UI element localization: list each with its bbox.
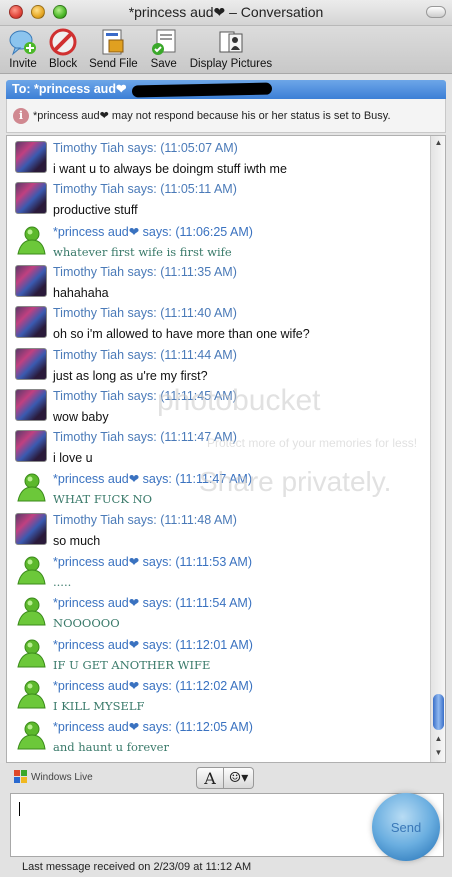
- message-row: Timothy Tiah says: (11:11:44 AM) just as …: [15, 345, 427, 386]
- message-text: wow baby: [53, 409, 109, 424]
- sender-avatar: [15, 347, 47, 380]
- status-bar-text: Last message received on 2/23/09 at 11:1…: [22, 861, 252, 873]
- message-row: *princess aud❤ says: (11:11:47 AM) WHAT F…: [15, 468, 427, 509]
- message-text: WHAT FUCK NO: [53, 492, 153, 507]
- conversation-pane[interactable]: Timothy Tiah says: (11:05:07 AM) i want u…: [6, 135, 446, 763]
- buddy-icon: [15, 637, 47, 669]
- message-text: just as long as u're my first?: [53, 368, 208, 383]
- message-sender: Timothy Tiah says: (11:05:07 AM): [53, 141, 238, 155]
- scrollbar-thumb[interactable]: [433, 694, 444, 730]
- message-sender: Timothy Tiah says: (11:11:45 AM): [53, 388, 237, 403]
- message-sender: *princess aud❤ says: (11:12:05 AM): [53, 720, 253, 735]
- font-format-button[interactable]: A: [196, 767, 224, 789]
- message-text: whatever first wife is first wife: [53, 244, 232, 259]
- message-text: productive stuff: [53, 203, 138, 218]
- message-row: Timothy Tiah says: (11:11:48 AM) so much: [15, 510, 427, 551]
- message-row: *princess aud❤ says: (11:11:53 AM).....: [15, 551, 427, 592]
- windows-live-logo: Windows Live: [14, 770, 93, 784]
- message-sender: Timothy Tiah says: (11:11:35 AM): [53, 264, 237, 279]
- message-text: hahahaha: [53, 285, 109, 300]
- message-text: I KILL MYSELF: [53, 698, 145, 713]
- save-label: Save: [150, 58, 177, 70]
- buddy-icon: [15, 678, 47, 710]
- sender-avatar: [15, 141, 47, 173]
- format-controls: A ☺▾: [196, 767, 254, 789]
- send-file-button[interactable]: Send File: [86, 28, 141, 70]
- send-file-label: Send File: [89, 58, 138, 70]
- message-text: i love u: [53, 451, 93, 466]
- message-row: *princess aud❤ says: (11:11:54 AM) NOOOOO…: [15, 592, 427, 633]
- emoticon-button[interactable]: ☺▾: [224, 767, 254, 789]
- buddy-icon: [15, 719, 47, 751]
- invite-icon: [9, 28, 37, 56]
- message-text: NOOOOOO: [53, 616, 120, 631]
- sender-avatar: [15, 264, 47, 297]
- block-label: Block: [49, 58, 78, 70]
- display-pictures-icon: [217, 28, 245, 56]
- windows-flag-icon: [14, 770, 27, 783]
- send-button[interactable]: Send: [372, 793, 440, 861]
- display-pictures-button[interactable]: Display Pictures: [187, 28, 275, 70]
- scroll-up-arrow-icon[interactable]: ▲: [434, 138, 443, 147]
- send-file-icon: [99, 28, 127, 56]
- message-row: Timothy Tiah says: (11:11:35 AM) hahahaha: [15, 262, 427, 303]
- message-sender: Timothy Tiah says: (11:05:11 AM): [53, 182, 237, 197]
- toolbar-toggle-button[interactable]: [426, 6, 446, 18]
- message-sender: *princess aud❤ says: (11:11:54 AM): [53, 596, 252, 611]
- message-text: so much: [53, 533, 101, 548]
- message-row: *princess aud❤ says: (11:12:02 AM) I KILL…: [15, 675, 427, 716]
- message-row: *princess aud❤ says: (11:12:05 AM) and ha…: [15, 716, 427, 757]
- message-sender: *princess aud❤ says: (11:06:25 AM): [53, 224, 253, 239]
- message-sender: Timothy Tiah says: (11:11:44 AM): [53, 347, 237, 362]
- buddy-icon: [15, 224, 47, 256]
- buddy-icon: [15, 595, 47, 627]
- message-row: Timothy Tiah says: (11:11:45 AM) wow baby: [15, 386, 427, 427]
- windows-live-text: Windows Live: [31, 771, 93, 783]
- conversation-scrollbar[interactable]: ▲ ▲ ▼: [430, 136, 445, 762]
- message-row: Timothy Tiah says: (11:11:40 AM) oh so i'…: [15, 303, 427, 344]
- block-button[interactable]: Block: [46, 28, 80, 70]
- message-row: Timothy Tiah says: (11:05:07 AM) i want u…: [15, 138, 427, 179]
- message-sender: *princess aud❤ says: (11:12:02 AM): [53, 678, 253, 693]
- message-sender: *princess aud❤ says: (11:11:47 AM): [53, 472, 252, 487]
- save-icon: [150, 28, 178, 56]
- scroll-down-arrow-icon[interactable]: ▼: [434, 748, 443, 757]
- busy-notice-text: *princess aud❤ may not respond because h…: [33, 110, 391, 122]
- message-row: Timothy Tiah says: (11:11:47 AM) i love u: [15, 427, 427, 468]
- message-sender: *princess aud❤ says: (11:11:53 AM): [53, 555, 252, 569]
- message-text: IF U GET ANOTHER WIFE: [53, 657, 211, 672]
- busy-notice: i *princess aud❤ may not respond because…: [6, 99, 446, 133]
- sender-avatar: [15, 512, 47, 545]
- invite-button[interactable]: Invite: [6, 28, 40, 70]
- save-button[interactable]: Save: [147, 28, 181, 70]
- message-sender: *princess aud❤ says: (11:12:01 AM): [53, 637, 253, 652]
- sender-avatar: [15, 388, 47, 421]
- message-row: *princess aud❤ says: (11:06:25 AM) whatev…: [15, 221, 427, 262]
- sender-avatar: [15, 430, 47, 463]
- message-text: i want u to always be doingm stuff iwth …: [53, 162, 287, 176]
- title-bar: *princess aud❤ – Conversation: [0, 0, 452, 26]
- message-sender: Timothy Tiah says: (11:11:40 AM): [53, 306, 237, 321]
- scroll-up-arrow-icon[interactable]: ▲: [434, 734, 443, 743]
- block-icon: [49, 28, 77, 56]
- message-row: Timothy Tiah says: (11:05:11 AM) producti…: [15, 179, 427, 220]
- conversation-window: *princess aud❤ – Conversation Invite Blo…: [0, 0, 452, 877]
- sender-avatar: [15, 306, 47, 339]
- display-pictures-label: Display Pictures: [189, 58, 273, 70]
- toolbar: Invite Block Send File Save Display Pict…: [0, 26, 452, 74]
- buddy-icon: [15, 554, 47, 586]
- compose-area: Windows Live A ☺▾ Send Last message rece…: [0, 763, 452, 877]
- message-sender: Timothy Tiah says: (11:11:48 AM): [53, 512, 237, 527]
- invite-label: Invite: [9, 58, 37, 70]
- window-title: *princess aud❤ – Conversation: [128, 4, 324, 20]
- message-row: *princess aud❤ says: (11:12:01 AM) IF U G…: [15, 634, 427, 675]
- buddy-icon: [15, 471, 47, 503]
- message-text: .....: [53, 575, 72, 589]
- info-icon: i: [13, 107, 29, 124]
- text-caret: [19, 802, 20, 816]
- message-text: oh so i'm allowed to have more than one …: [53, 327, 310, 342]
- message-text: and haunt u forever: [53, 740, 169, 755]
- message-sender: Timothy Tiah says: (11:11:47 AM): [53, 430, 237, 445]
- sender-avatar: [15, 182, 47, 215]
